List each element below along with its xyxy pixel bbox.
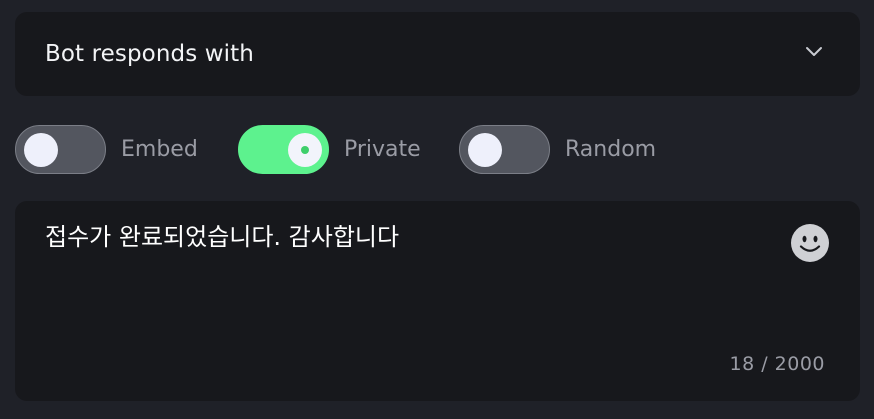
toggle-random[interactable]: Random	[459, 124, 656, 174]
chevron-down-icon[interactable]	[804, 45, 824, 59]
dropdown-label: Bot responds with	[45, 41, 254, 67]
embed-switch[interactable]	[15, 124, 106, 174]
character-count: 18 / 2000	[729, 353, 825, 375]
toggle-private-label: Private	[344, 136, 421, 162]
toggle-random-label: Random	[565, 136, 657, 162]
private-switch[interactable]	[238, 124, 329, 174]
random-switch[interactable]	[459, 124, 550, 174]
response-options: Embed Private Random	[15, 124, 860, 174]
switch-knob	[468, 132, 502, 167]
bot-responds-with-dropdown[interactable]: Bot responds with	[15, 12, 860, 96]
switch-knob	[288, 132, 322, 167]
message-textarea[interactable]: 접수가 완료되었습니다. 감사합니다 18 / 2000	[15, 201, 860, 401]
message-text[interactable]: 접수가 완료되었습니다. 감사합니다	[45, 221, 399, 253]
toggle-embed-label: Embed	[121, 136, 198, 162]
toggle-private[interactable]: Private	[238, 124, 421, 174]
switch-knob	[24, 132, 58, 167]
toggle-embed[interactable]: Embed	[15, 124, 198, 174]
switch-on-indicator	[301, 145, 309, 154]
smiley-icon[interactable]	[790, 223, 830, 263]
